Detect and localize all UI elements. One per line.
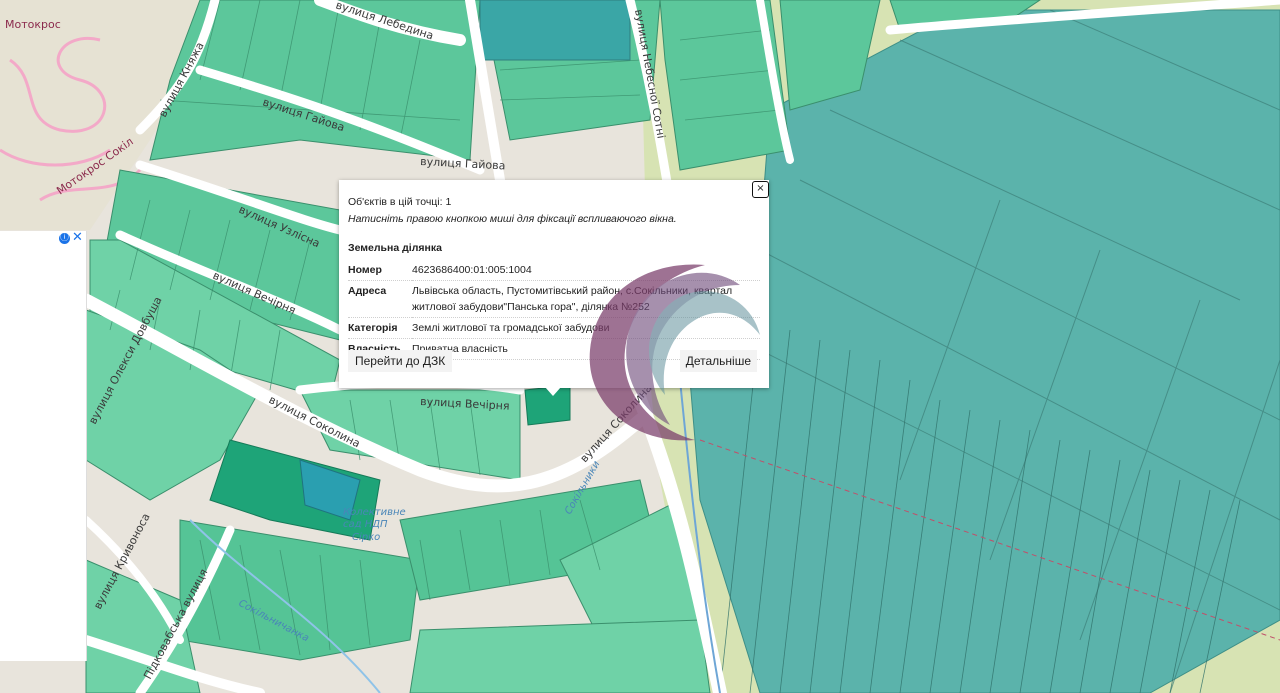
- close-icon[interactable]: ✕: [71, 231, 84, 245]
- section-title: Земельна ділянка: [348, 242, 442, 254]
- label-motokros: Мотокрос: [5, 18, 61, 31]
- ad-panel[interactable]: ⓘ ✕: [0, 231, 87, 661]
- info-icon[interactable]: ⓘ: [59, 233, 70, 244]
- object-count: Об'єктів в цій точці: 1: [348, 196, 452, 208]
- popup-close-button[interactable]: ×: [752, 181, 769, 198]
- residential-parcels-nebesnoi[interactable]: [659, 0, 791, 171]
- label-garden-1: Колективне: [343, 507, 406, 518]
- property-key: Адреса: [348, 280, 412, 318]
- swirl-logo-icon: [589, 264, 760, 441]
- label-garden-3: Сірко: [352, 531, 380, 543]
- label-garden-2: сад НДП: [343, 519, 388, 530]
- property-key: Категорія: [348, 317, 412, 339]
- parcel-cluster-blue[interactable]: [479, 0, 631, 61]
- popup-hint: Натисніть правою кнопкою миші для фіксац…: [348, 213, 677, 225]
- property-key: Номер: [348, 260, 412, 281]
- residential-parcels-north[interactable]: [149, 0, 481, 161]
- residential-parcels-bottom[interactable]: [409, 619, 711, 693]
- go-to-dzk-button[interactable]: Перейти до ДЗК: [348, 350, 453, 372]
